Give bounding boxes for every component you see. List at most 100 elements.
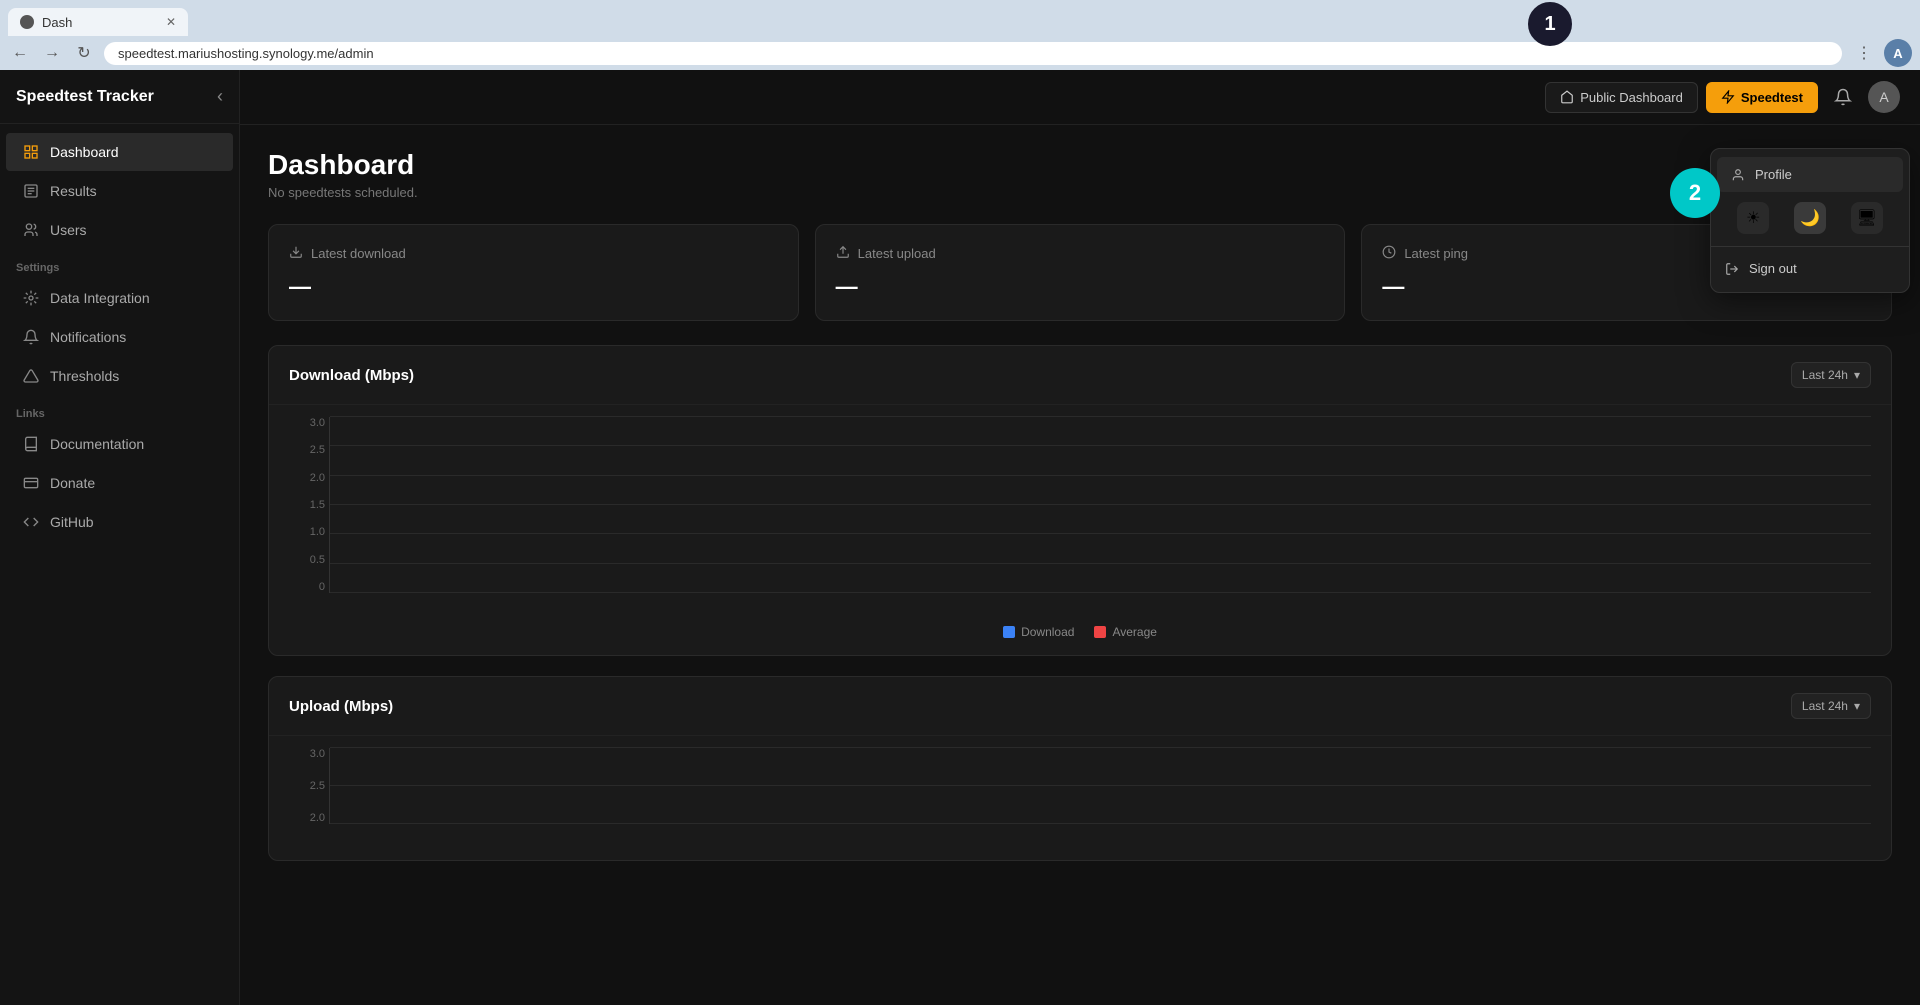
sidebar-item-dashboard[interactable]: Dashboard <box>6 133 233 171</box>
sidebar-item-thresholds-label: Thresholds <box>50 368 119 384</box>
sidebar-item-users[interactable]: Users <box>6 211 233 249</box>
page-title: Dashboard <box>268 149 1892 181</box>
sidebar-item-documentation[interactable]: Documentation <box>6 425 233 463</box>
browser-tabs: Dash ✕ <box>0 0 1920 36</box>
download-legend-download: Download <box>1003 625 1074 639</box>
upload-chart-area: 2.0 2.5 3.0 <box>289 748 1871 848</box>
speedtest-label: Speedtest <box>1741 90 1803 105</box>
upload-card-icon <box>836 245 850 262</box>
profile-dropdown: Profile ☀ 🌙 🖥 Sign out <box>1710 148 1910 293</box>
bell-icon <box>1834 88 1852 106</box>
theme-switcher: ☀ 🌙 🖥 <box>1711 194 1909 242</box>
profile-icon <box>1731 168 1745 182</box>
url-bar[interactable] <box>104 42 1842 65</box>
sidebar-item-github[interactable]: GitHub <box>6 503 233 541</box>
annotation-circle-2: 2 <box>1670 168 1720 218</box>
upload-chart-title: Upload (Mbps) <box>289 698 393 715</box>
browser-profile-avatar[interactable]: A <box>1884 39 1912 67</box>
users-icon <box>22 221 40 239</box>
dashboard-icon <box>22 143 40 161</box>
profile-menu-item[interactable]: Profile <box>1717 157 1903 192</box>
theme-dark-btn[interactable]: 🌙 <box>1794 202 1826 234</box>
sign-out-btn[interactable]: Sign out <box>1711 251 1909 286</box>
sidebar-item-data-integration-label: Data Integration <box>50 290 150 306</box>
nav-forward-btn[interactable]: → <box>40 41 64 65</box>
links-section-label: Links <box>0 396 239 424</box>
browser-chrome: Dash ✕ ← → ↻ ⋮ A <box>0 0 1920 70</box>
theme-monitor-btn[interactable]: 🖥 <box>1851 202 1883 234</box>
profile-menu-label: Profile <box>1755 167 1792 182</box>
app-container: Speedtest Tracker ‹ Dashboard <box>0 70 1920 1005</box>
browser-menu-btn[interactable]: ⋮ <box>1850 39 1878 67</box>
download-chart-title: Download (Mbps) <box>289 367 414 384</box>
download-legend-dot <box>1003 626 1015 638</box>
sidebar: Speedtest Tracker ‹ Dashboard <box>0 70 240 1005</box>
sidebar-collapse-btn[interactable]: ‹ <box>217 86 223 107</box>
sidebar-nav: Dashboard Results <box>0 124 239 1005</box>
public-dashboard-label: Public Dashboard <box>1580 90 1683 105</box>
public-dashboard-icon <box>1560 90 1574 104</box>
download-chart-header: Download (Mbps) Last 24h ▾ <box>269 346 1891 405</box>
documentation-icon <box>22 435 40 453</box>
download-legend-label: Download <box>1021 625 1074 639</box>
download-legend-average: Average <box>1094 625 1156 639</box>
sidebar-item-documentation-label: Documentation <box>50 436 144 452</box>
github-icon <box>22 513 40 531</box>
stat-card-upload: Latest upload — <box>815 224 1346 321</box>
download-chart-y-labels: 0 0.5 1.0 1.5 2.0 2.5 3.0 <box>289 417 325 593</box>
stat-cards: Latest download — Latest upload <box>268 224 1892 321</box>
download-card-label: Latest download <box>311 246 406 261</box>
settings-section-label: Settings <box>0 250 239 278</box>
dropdown-chevron-icon: ▾ <box>1854 368 1860 382</box>
speedtest-btn[interactable]: Speedtest <box>1706 82 1818 113</box>
sidebar-header: Speedtest Tracker ‹ <box>0 70 239 124</box>
annotation-circle-1: 1 <box>1528 2 1572 46</box>
notifications-icon <box>22 328 40 346</box>
upload-chart-y-labels: 2.0 2.5 3.0 <box>289 748 325 824</box>
sign-out-icon <box>1725 262 1739 276</box>
sidebar-item-donate[interactable]: Donate <box>6 464 233 502</box>
tab-title: Dash <box>42 15 72 30</box>
upload-timerange-label: Last 24h <box>1802 699 1848 713</box>
sidebar-item-thresholds[interactable]: Thresholds <box>6 357 233 395</box>
browser-tab-active[interactable]: Dash ✕ <box>8 8 188 36</box>
notifications-btn[interactable] <box>1826 80 1860 114</box>
topbar-avatar[interactable]: A <box>1868 81 1900 113</box>
stat-card-download: Latest download — <box>268 224 799 321</box>
download-card-value: — <box>289 274 778 300</box>
upload-chart-body: 2.0 2.5 3.0 <box>269 736 1891 860</box>
download-timerange-label: Last 24h <box>1802 368 1848 382</box>
page-subtitle: No speedtests scheduled. <box>268 185 1892 200</box>
sidebar-item-results[interactable]: Results <box>6 172 233 210</box>
nav-reload-btn[interactable]: ↻ <box>72 41 96 65</box>
sidebar-item-data-integration[interactable]: Data Integration <box>6 279 233 317</box>
sidebar-item-dashboard-label: Dashboard <box>50 144 119 160</box>
public-dashboard-btn[interactable]: Public Dashboard <box>1545 82 1698 113</box>
upload-chart-section: Upload (Mbps) Last 24h ▾ 2.0 2.5 3.0 <box>268 676 1892 861</box>
results-icon <box>22 182 40 200</box>
upload-card-value: — <box>836 274 1325 300</box>
upload-chart-grid <box>329 748 1871 824</box>
tab-close-btn[interactable]: ✕ <box>166 15 176 29</box>
browser-toolbar: ← → ↻ ⋮ A <box>0 36 1920 70</box>
main-content: Public Dashboard Speedtest A Dashboard <box>240 70 1920 1005</box>
download-timerange-dropdown[interactable]: Last 24h ▾ <box>1791 362 1871 388</box>
upload-card-label: Latest upload <box>858 246 936 261</box>
data-integration-icon <box>22 289 40 307</box>
speedtest-icon <box>1721 90 1735 104</box>
theme-light-btn[interactable]: ☀ <box>1737 202 1769 234</box>
sidebar-item-notifications-label: Notifications <box>50 329 126 345</box>
donate-icon <box>22 474 40 492</box>
sidebar-item-github-label: GitHub <box>50 514 94 530</box>
sidebar-item-results-label: Results <box>50 183 97 199</box>
sidebar-item-notifications[interactable]: Notifications <box>6 318 233 356</box>
upload-timerange-dropdown[interactable]: Last 24h ▾ <box>1791 693 1871 719</box>
nav-back-btn[interactable]: ← <box>8 41 32 65</box>
average-legend-label: Average <box>1112 625 1156 639</box>
page-content: Dashboard No speedtests scheduled. Lates <box>240 125 1920 905</box>
sign-out-label: Sign out <box>1749 261 1797 276</box>
dropdown-divider <box>1711 246 1909 247</box>
app-logo: Speedtest Tracker <box>16 88 154 106</box>
download-chart-body: 0 0.5 1.0 1.5 2.0 2.5 3.0 <box>269 405 1891 655</box>
sidebar-item-donate-label: Donate <box>50 475 95 491</box>
